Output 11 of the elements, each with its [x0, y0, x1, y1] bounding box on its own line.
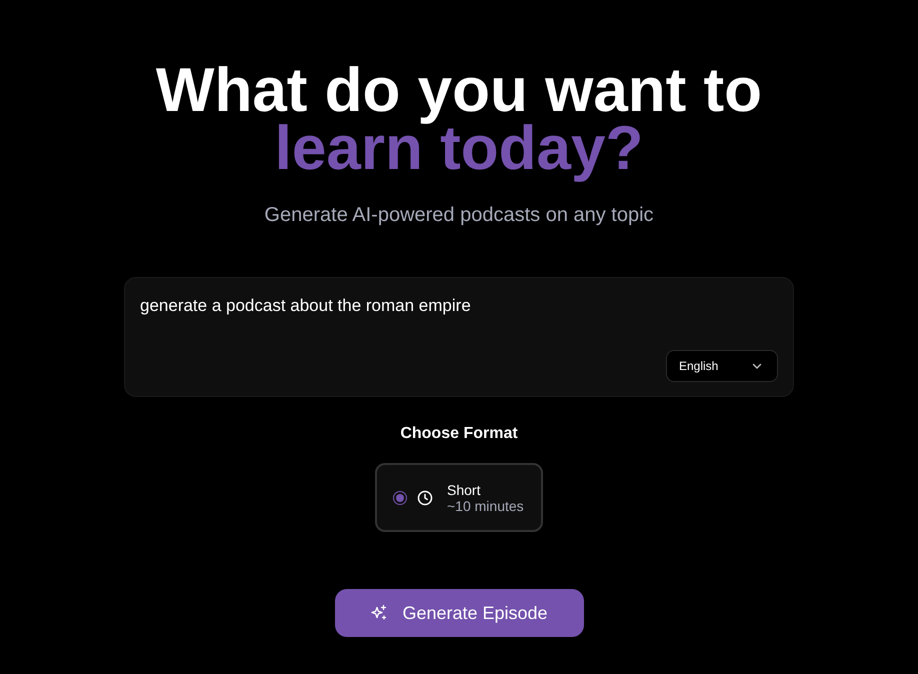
language-dropdown[interactable]: English [666, 350, 778, 382]
format-duration: ~10 minutes [447, 498, 524, 514]
format-title: Short [447, 482, 482, 498]
radio-button[interactable] [393, 490, 407, 504]
clock-icon [417, 490, 433, 506]
prompt-field[interactable]: generate a podcast about the roman empire English [124, 277, 794, 397]
generate-button[interactable]: Generate Episode [334, 589, 584, 637]
subtitle: Generate AI-powered podcasts on any topic [264, 204, 654, 227]
section-heading: Choose Format [400, 425, 518, 443]
format-option[interactable]: Short ~10 minutes [375, 463, 543, 532]
sparkle-icon [370, 604, 388, 622]
